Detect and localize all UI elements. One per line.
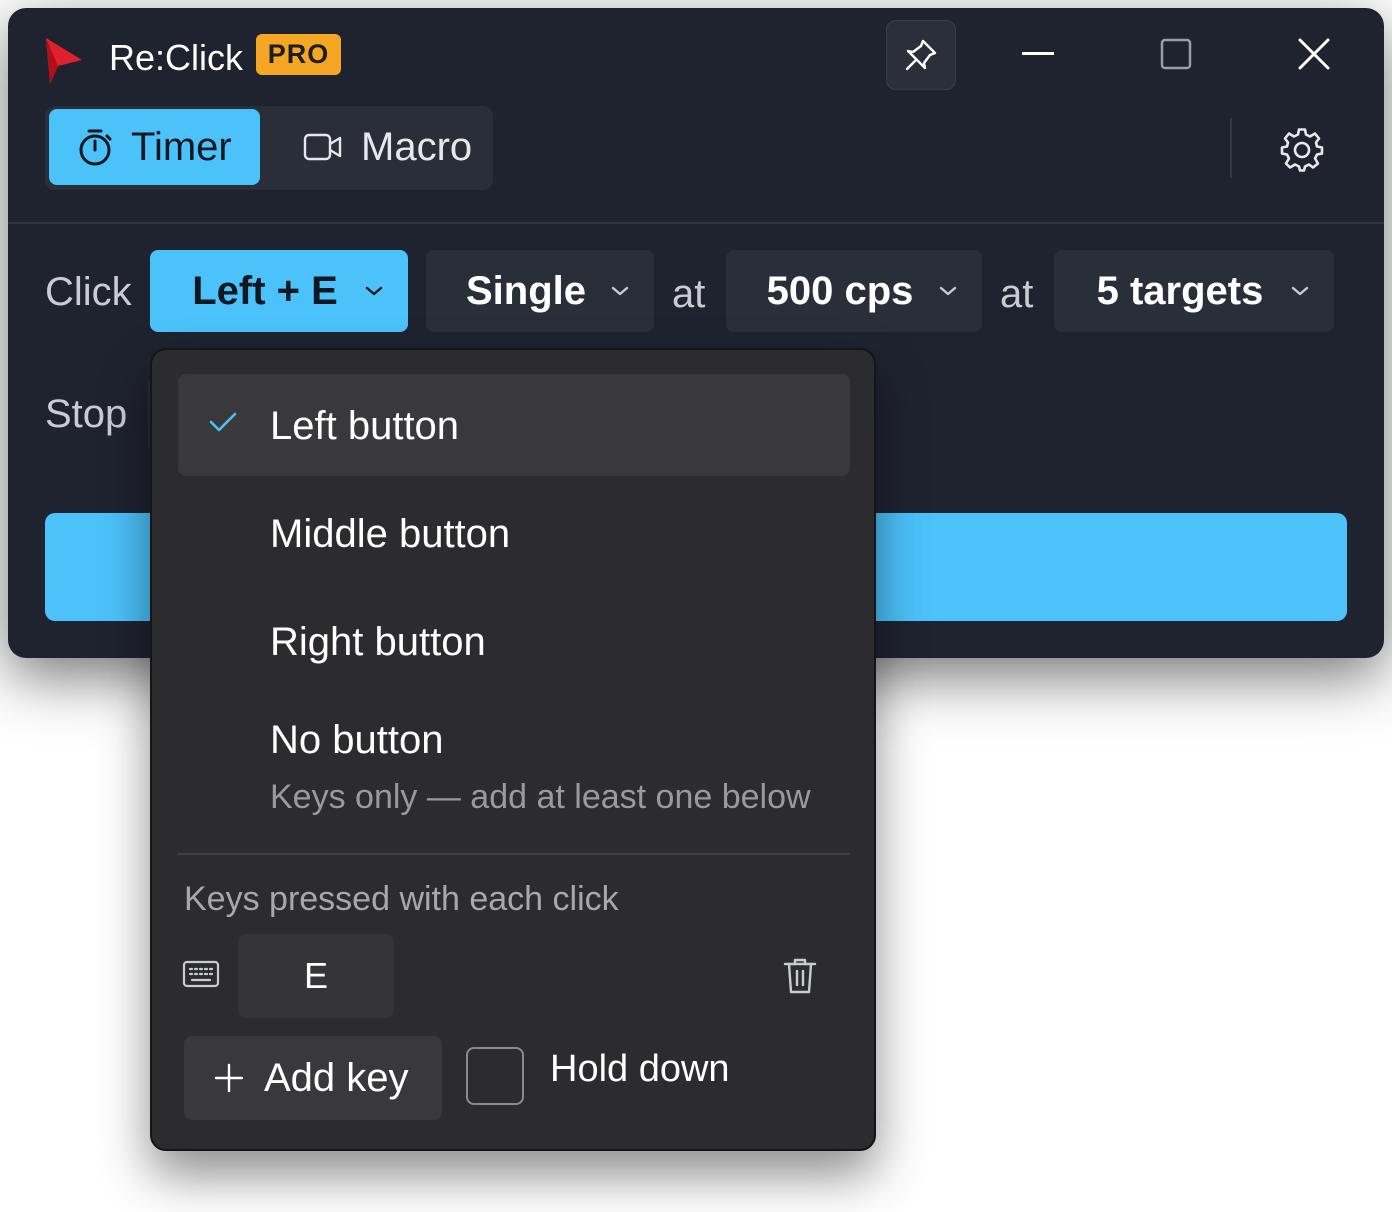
chevron-down-icon	[1290, 285, 1314, 297]
menu-separator	[178, 853, 850, 855]
pin-icon	[905, 39, 937, 71]
click-type-dropdown[interactable]: Single	[426, 250, 654, 332]
toolbar-divider	[1230, 118, 1232, 178]
add-key-button[interactable]: Add key	[184, 1036, 442, 1120]
app-title: Re:Click	[109, 37, 244, 78]
menu-item-left-button[interactable]: Left button	[178, 374, 850, 476]
trash-icon[interactable]	[782, 956, 818, 996]
chevron-down-icon	[938, 285, 962, 297]
add-key-label: Add key	[264, 1055, 409, 1100]
settings-button[interactable]	[1270, 118, 1334, 182]
checkmark-icon	[209, 412, 237, 432]
minimize-button[interactable]	[1008, 28, 1068, 80]
menu-item-right-button[interactable]: Right button	[178, 590, 850, 692]
menu-item-middle-button[interactable]: Middle button	[178, 482, 850, 584]
stop-label: Stop	[45, 392, 128, 436]
tab-macro[interactable]: Macro	[263, 109, 489, 185]
at-label: at	[1000, 272, 1034, 316]
button-mode-value: Left + E	[192, 268, 338, 313]
hold-down-label: Hold down	[550, 1048, 730, 1090]
header-separator	[8, 222, 1384, 224]
video-camera-icon	[303, 132, 343, 162]
menu-item-label: Left button	[270, 404, 460, 448]
chevron-down-icon	[610, 285, 634, 297]
stopwatch-icon	[77, 127, 113, 167]
button-mode-menu: Left button Middle button Right button N…	[150, 348, 876, 1151]
button-mode-dropdown[interactable]: Left + E	[150, 250, 408, 332]
pro-badge: PRO	[256, 34, 341, 75]
maximize-icon	[1160, 38, 1192, 70]
tab-timer[interactable]: Timer	[49, 109, 260, 185]
tab-macro-label: Macro	[361, 124, 473, 169]
gear-icon	[1280, 128, 1324, 172]
menu-item-label: No button	[270, 718, 444, 762]
rate-value: 500 cps	[766, 268, 914, 313]
chevron-down-icon	[364, 285, 388, 297]
maximize-button[interactable]	[1146, 28, 1206, 80]
plus-icon	[214, 1063, 244, 1093]
close-button[interactable]	[1284, 28, 1344, 80]
tab-timer-label: Timer	[131, 124, 232, 169]
key-input[interactable]: E	[238, 934, 394, 1018]
hold-down-checkbox[interactable]	[466, 1047, 524, 1105]
click-type-value: Single	[465, 268, 587, 313]
minimize-icon	[1022, 52, 1054, 55]
menu-item-label: Right button	[270, 620, 486, 664]
pin-button[interactable]	[886, 20, 956, 90]
targets-value: 5 targets	[1096, 268, 1264, 313]
menu-item-sublabel: Keys only — add at least one below	[270, 778, 811, 816]
at-label: at	[672, 272, 706, 316]
mode-tabs: Timer Macro	[45, 106, 493, 190]
menu-item-label: Middle button	[270, 512, 511, 556]
targets-dropdown[interactable]: 5 targets	[1054, 250, 1334, 332]
click-label: Click	[45, 270, 132, 314]
rate-dropdown[interactable]: 500 cps	[726, 250, 982, 332]
close-icon	[1298, 38, 1330, 70]
menu-item-no-button[interactable]: No button Keys only — add at least one b…	[178, 696, 850, 830]
keyboard-icon	[182, 960, 220, 988]
app-logo-icon	[46, 38, 82, 84]
keys-section-title: Keys pressed with each click	[184, 880, 619, 918]
